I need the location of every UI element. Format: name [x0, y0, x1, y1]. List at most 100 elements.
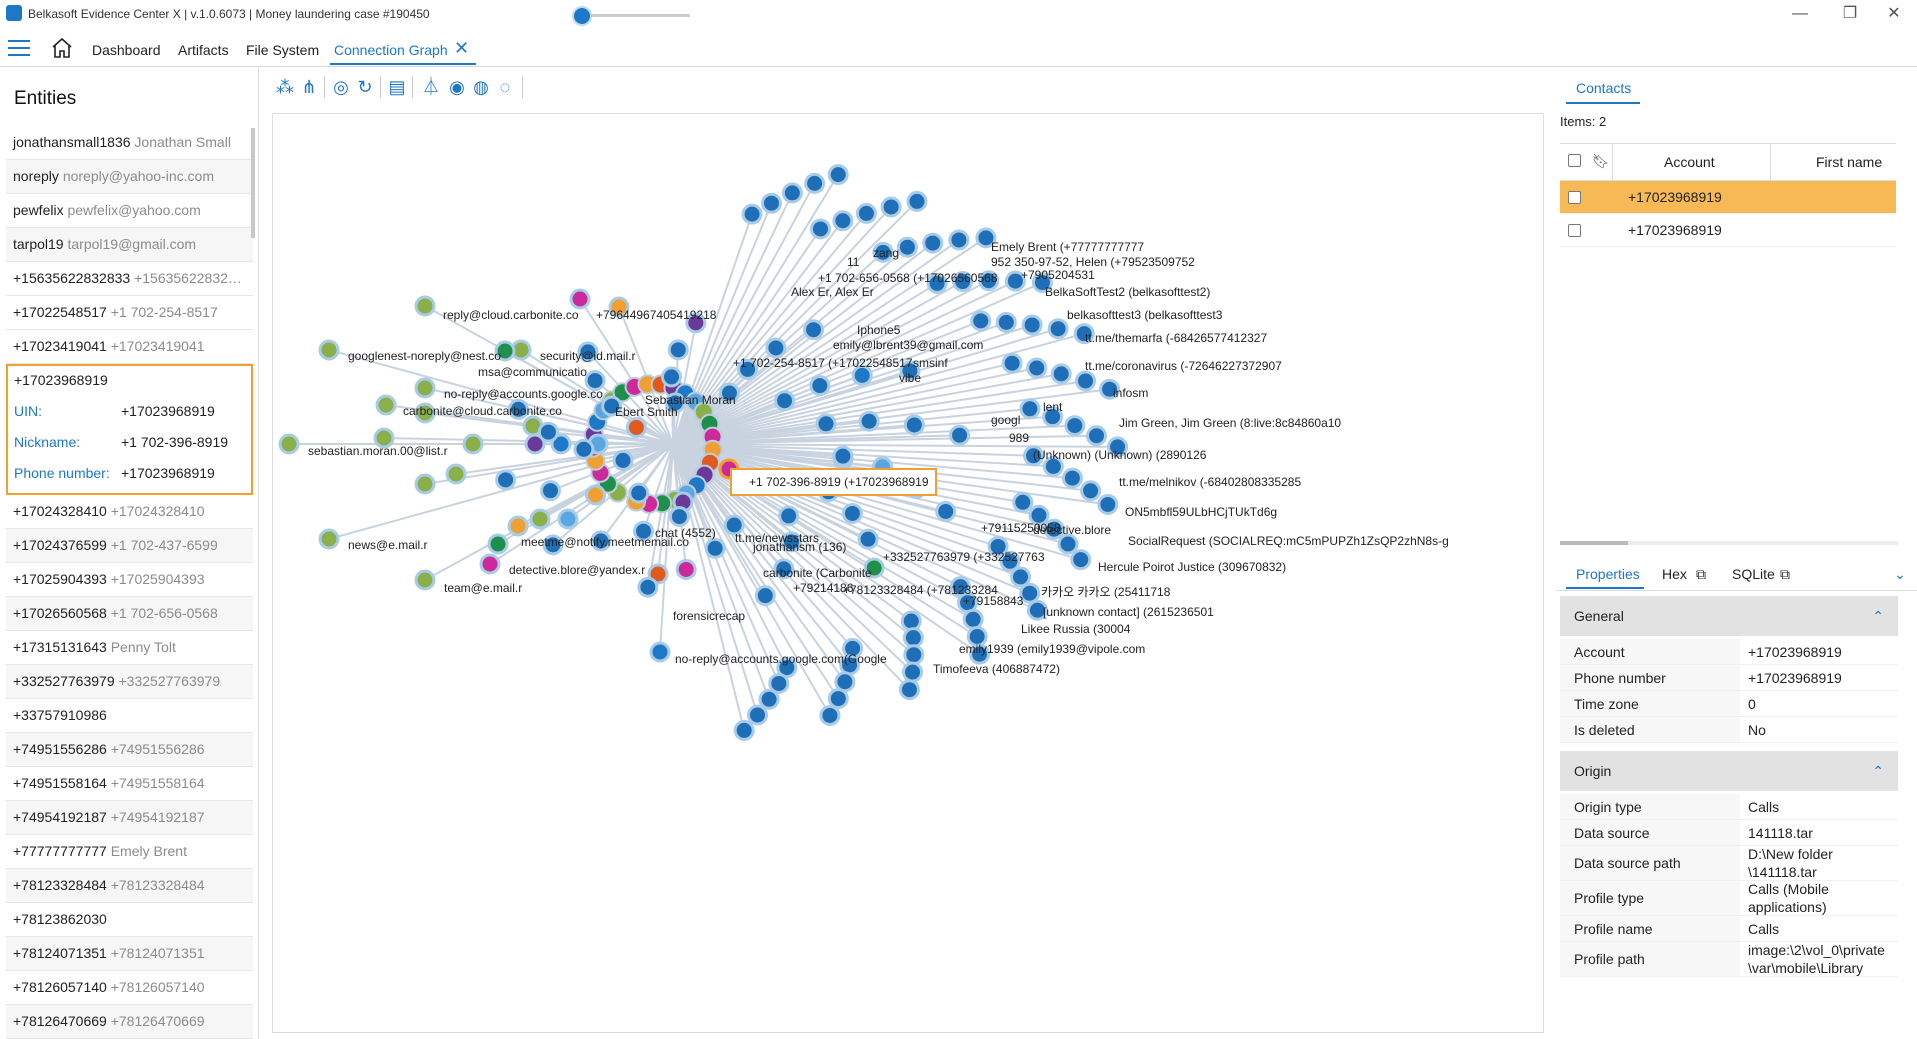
- graph-node: [278, 433, 300, 455]
- entity-item[interactable]: +33757910986: [6, 699, 253, 733]
- graph-node: [898, 679, 920, 701]
- home-icon[interactable]: [50, 36, 74, 60]
- section-general[interactable]: General ⌃: [1560, 596, 1898, 636]
- graph-node: [902, 661, 924, 683]
- contact-row[interactable]: +17023968919: [1560, 181, 1896, 214]
- zoom-slider[interactable]: [590, 14, 690, 17]
- property-value: Calls: [1748, 920, 1780, 937]
- entity-item[interactable]: +78123862030: [6, 903, 253, 937]
- entity-item[interactable]: +78126057140 +78126057140: [6, 971, 253, 1005]
- tab-hex[interactable]: Hex: [1662, 566, 1687, 582]
- section-origin[interactable]: Origin ⌃: [1560, 751, 1898, 791]
- graph-node: [649, 641, 671, 663]
- selected-entity[interactable]: +17023968919 UIN: +17023968919 Nickname: +…: [6, 364, 253, 495]
- nav-artifacts[interactable]: Artifacts: [178, 42, 229, 58]
- graph-node: [832, 445, 854, 467]
- graph-node-label: ON5mbfl59ULbHCjTUkTd6g: [1125, 505, 1277, 519]
- phone-number-label: Phone number:: [14, 465, 110, 481]
- column-account[interactable]: Account: [1664, 154, 1715, 170]
- entity-subtitle: pewfelix@yahoo.com: [67, 202, 201, 218]
- tab-sqlite[interactable]: SQLite: [1732, 566, 1775, 582]
- entity-item[interactable]: +17026560568 +1 702-656-0568: [6, 597, 253, 631]
- nav-file-system[interactable]: File System: [246, 42, 319, 58]
- contact-row[interactable]: +17023968919: [1560, 214, 1896, 247]
- app-logo-icon: [6, 5, 22, 21]
- graph-node: [569, 288, 591, 310]
- properties-tab-indicator: [1566, 587, 1644, 589]
- entity-item[interactable]: jonathansmall1836 Jonathan Small: [6, 126, 253, 160]
- zoom-slider-knob[interactable]: [572, 6, 592, 26]
- hamburger-menu-icon[interactable]: [8, 40, 30, 56]
- graph-svg[interactable]: reply@cloud.carbonite.co googlenest-norep…: [273, 114, 1543, 1032]
- connection-graph-canvas[interactable]: reply@cloud.carbonite.co googlenest-norep…: [272, 113, 1544, 1033]
- graph-node: [903, 414, 925, 436]
- contacts-horizontal-scrollbar[interactable]: [1560, 541, 1898, 545]
- entity-item[interactable]: +17022548517 +1 702-254-8517: [6, 296, 253, 330]
- row-checkbox[interactable]: [1568, 191, 1581, 204]
- layout-tree-icon[interactable]: ⁂: [274, 76, 296, 98]
- property-row: Account +17023968919: [1560, 639, 1898, 665]
- close-tab-icon[interactable]: ✕: [454, 38, 469, 59]
- entity-item[interactable]: +78126470669 +78126470669: [6, 1005, 253, 1039]
- close-icon[interactable]: ✕: [1874, 2, 1914, 26]
- refresh-icon[interactable]: ↻: [354, 76, 376, 98]
- entity-name: +17315131643: [13, 639, 107, 655]
- entity-item[interactable]: noreply noreply@yahoo-inc.com: [6, 160, 253, 194]
- entity-item[interactable]: +17024328410 +17024328410: [6, 495, 253, 529]
- graph-node: [318, 339, 340, 361]
- collapse-panel-icon[interactable]: ⌄: [1894, 566, 1906, 583]
- entity-item[interactable]: +17023419041 +17023419041: [6, 330, 253, 364]
- entity-item[interactable]: +74954192187 +74954192187: [6, 801, 253, 835]
- property-key: Profile type: [1560, 881, 1740, 915]
- entity-item[interactable]: +15635622832833 +15635622832…: [6, 262, 253, 296]
- graph-node-label: reply@cloud.carbonite.co: [443, 308, 579, 322]
- entity-item[interactable]: +77777777777 Emely Brent: [6, 835, 253, 869]
- collapse-up-icon[interactable]: ⌃: [1872, 596, 1884, 636]
- graph-node: [612, 449, 634, 471]
- entity-item[interactable]: +74951556286 +74951556286: [6, 733, 253, 767]
- row-checkbox[interactable]: [1568, 224, 1581, 237]
- property-value: Calls: [1748, 798, 1780, 815]
- column-first-name[interactable]: First name: [1816, 154, 1882, 170]
- export-icon[interactable]: ▤: [386, 76, 408, 98]
- graph-node-label: Jim Green, Jim Green (8:live:8c84860a10: [1119, 416, 1341, 430]
- view-selected-icon[interactable]: ◍: [470, 76, 492, 98]
- entity-item[interactable]: +74951558164 +74951558164: [6, 767, 253, 801]
- collapse-up-icon[interactable]: ⌃: [1872, 751, 1884, 791]
- bookmark-icon[interactable]: 🔖︎: [1592, 153, 1610, 170]
- entity-item[interactable]: +17024376599 +1 702-437-6599: [6, 529, 253, 563]
- entity-item[interactable]: +332527763979 +332527763979: [6, 665, 253, 699]
- property-value: D:\New folder \141118.tar: [1748, 846, 1833, 880]
- graph-node: [948, 229, 970, 251]
- restore-icon[interactable]: ❐: [1830, 2, 1870, 26]
- entity-name: +17023419041: [13, 338, 107, 354]
- graph-node-label: Hercule Poirot Justice (309670832): [1098, 560, 1286, 574]
- entity-subtitle: +1 702-656-0568: [110, 605, 218, 621]
- tab-contacts[interactable]: Contacts: [1576, 80, 1631, 96]
- entity-item[interactable]: +17315131643 Penny Tolt: [6, 631, 253, 665]
- select-all-checkbox[interactable]: [1568, 154, 1581, 167]
- entity-subtitle: +1 702-254-8517: [110, 304, 218, 320]
- entity-item[interactable]: pewfelix pewfelix@yahoo.com: [6, 194, 253, 228]
- nav-dashboard[interactable]: Dashboard: [92, 42, 161, 58]
- minimize-icon[interactable]: —: [1780, 2, 1820, 26]
- contacts-table-header: 🔖︎ Account First name: [1560, 144, 1896, 181]
- entity-item[interactable]: +78124071351 +78124071351: [6, 937, 253, 971]
- hex-external-link-icon[interactable]: ⧉: [1696, 566, 1706, 583]
- tab-properties[interactable]: Properties: [1576, 566, 1640, 582]
- graph-node: [667, 339, 689, 361]
- sqlite-external-link-icon[interactable]: ⧉: [1780, 566, 1790, 583]
- target-icon[interactable]: ◎: [330, 76, 352, 98]
- entities-scrollbar[interactable]: [251, 128, 255, 238]
- view-hidden-icon[interactable]: ◌: [494, 76, 516, 98]
- nav-connection-graph[interactable]: Connection Graph: [334, 42, 448, 58]
- entity-name: +15635622832833: [13, 270, 131, 286]
- layout-hierarchy-icon[interactable]: ⋔: [298, 76, 320, 98]
- entity-item[interactable]: tarpol19 tarpol19@gmail.com: [6, 228, 253, 262]
- entity-item[interactable]: +17025904393 +17025904393: [6, 563, 253, 597]
- graph-node: [903, 644, 925, 666]
- view-icon[interactable]: ◉: [446, 76, 468, 98]
- entity-item[interactable]: +78123328484 +78123328484: [6, 869, 253, 903]
- filter-icon[interactable]: ⏃: [420, 76, 442, 98]
- graph-node-label: carbonite@cloud.carbonite.co: [403, 404, 562, 418]
